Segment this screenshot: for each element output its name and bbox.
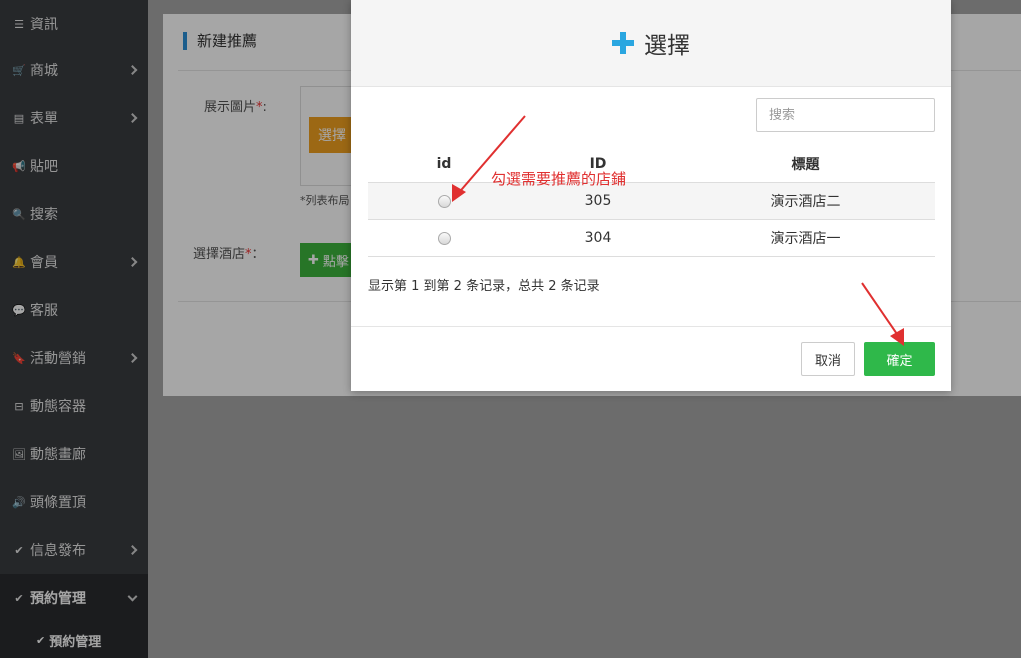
pagination-info: 显示第 1 到第 2 条记录，总共 2 条记录 <box>368 279 600 294</box>
cell-title: 演示酒店二 <box>770 194 841 210</box>
row-radio[interactable] <box>437 194 451 208</box>
table-row[interactable]: 305 演示酒店二 <box>368 183 935 220</box>
table-row[interactable]: 304 演示酒店一 <box>368 220 935 257</box>
search-input[interactable] <box>756 98 935 132</box>
plus-icon <box>612 32 634 54</box>
annotation-text: 勾選需要推薦的店鋪 <box>491 170 627 188</box>
modal-title: 選擇 <box>612 26 690 60</box>
divider <box>351 326 951 327</box>
cancel-button[interactable]: 取消 <box>801 342 855 376</box>
column-header-title[interactable]: 標題 <box>676 145 935 182</box>
table-header: id ID 標題 <box>368 145 935 183</box>
cell-id: 304 <box>584 230 612 246</box>
confirm-button[interactable]: 確定 <box>864 342 935 376</box>
modal-header: 選擇 <box>351 0 951 87</box>
cell-title: 演示酒店一 <box>770 231 841 247</box>
select-modal: 選擇 id ID 標題 305 演示酒店二 304 演示酒店一 显示第 1 到第… <box>351 0 951 391</box>
row-radio[interactable] <box>437 231 451 245</box>
hotel-table: id ID 標題 305 演示酒店二 304 演示酒店一 <box>368 145 935 257</box>
